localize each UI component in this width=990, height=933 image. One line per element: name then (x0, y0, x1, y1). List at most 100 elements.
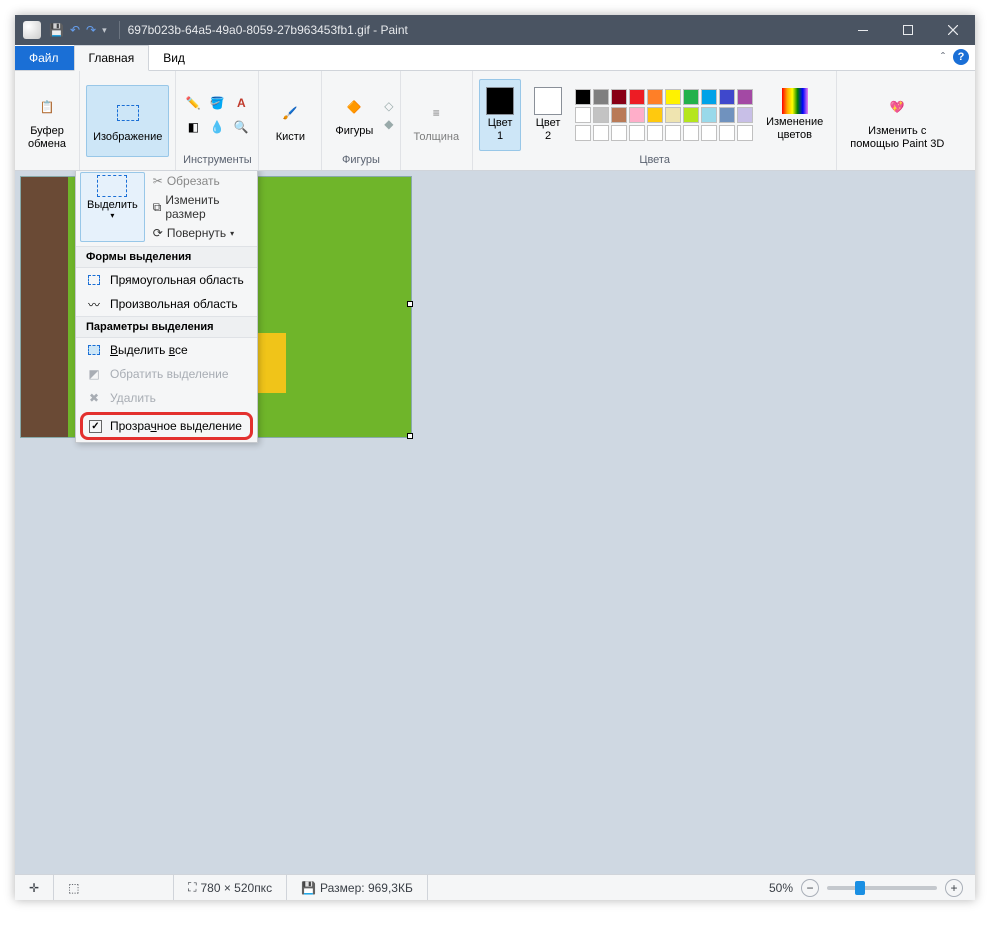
qat-dropdown-icon[interactable]: ▾ (102, 25, 107, 36)
tab-view[interactable]: Вид (149, 46, 200, 70)
redo-icon[interactable]: ↷ (86, 23, 96, 37)
close-button[interactable] (930, 15, 975, 45)
minimize-button[interactable] (840, 15, 885, 45)
fill-icon[interactable]: 🪣 (206, 92, 228, 114)
rotate-item[interactable]: ⟳Повернуть ▾ (149, 224, 253, 242)
palette-swatch[interactable] (719, 89, 735, 105)
titlebar: 💾 ↶ ↷ ▾ 697b023b-64a5-49a0-8059-27b96345… (15, 15, 975, 45)
paint-window: 💾 ↶ ↷ ▾ 697b023b-64a5-49a0-8059-27b96345… (15, 15, 975, 900)
clipboard-icon: 📋 (31, 91, 63, 123)
palette-swatch[interactable] (719, 125, 735, 141)
resize-handle-se[interactable] (407, 433, 413, 439)
undo-icon[interactable]: ↶ (70, 23, 80, 37)
palette-swatch[interactable] (629, 89, 645, 105)
palette-swatch[interactable] (611, 89, 627, 105)
palette-swatch[interactable] (683, 107, 699, 123)
collapse-ribbon-icon[interactable]: ˆ (941, 50, 945, 64)
item-free-select[interactable]: 〰 Произвольная область (76, 292, 257, 316)
tools-grid: ✏️ 🪣 A ◧ 💧 🔍 (182, 92, 252, 138)
crop-item[interactable]: ✂Обрезать (149, 172, 253, 190)
shapes-gallery[interactable]: 🔶 Фигуры (328, 79, 380, 151)
ribbon-tabs: Файл Главная Вид ˆ ? (15, 45, 975, 71)
ribbon: 📋 Буфер обмена Изображение ✏️ 🪣 A (15, 71, 975, 171)
palette-swatch[interactable] (683, 125, 699, 141)
pencil-icon[interactable]: ✏️ (182, 92, 204, 114)
thickness-icon: ≡ (420, 97, 452, 129)
status-bar: ✛ ⬚ ⛶780 × 520пкс 💾Размер: 969,3КБ 50% −… (15, 874, 975, 900)
group-colors: Цвет 1 Цвет 2 Изменение цветов Цвета (473, 71, 837, 170)
palette-swatch[interactable] (737, 125, 753, 141)
palette-swatch[interactable] (701, 107, 717, 123)
zoom-in-button[interactable]: + (945, 879, 963, 897)
palette-swatch[interactable] (611, 107, 627, 123)
color1-button[interactable]: Цвет 1 (479, 79, 521, 151)
clipboard-button[interactable]: 📋 Буфер обмена (21, 85, 73, 157)
thickness-button[interactable]: ≡ Толщина (407, 85, 467, 157)
palette-swatch[interactable] (575, 89, 591, 105)
item-transparent-select[interactable]: ✓ Прозрачное выделение (80, 412, 253, 440)
outline-icon[interactable]: ◇ (384, 99, 393, 113)
palette-swatch[interactable] (665, 107, 681, 123)
paint3d-button[interactable]: 💖 Изменить с помощью Paint 3D (843, 85, 951, 157)
edit-colors-button[interactable]: Изменение цветов (759, 79, 830, 151)
palette-swatch[interactable] (593, 125, 609, 141)
palette-swatch[interactable] (683, 89, 699, 105)
image-select-button[interactable]: Изображение (86, 85, 169, 157)
delete-icon: ✖ (86, 390, 102, 406)
palette-swatch[interactable] (629, 107, 645, 123)
canvas-area[interactable]: Выделить ▾ ✂Обрезать ⧉Изменить размер ⟳П… (15, 171, 975, 874)
crop-icon: ✂ (153, 174, 163, 188)
item-rect-select[interactable]: Прямоугольная область (76, 268, 257, 292)
palette-swatch[interactable] (665, 89, 681, 105)
zoom-value: 50% (769, 881, 793, 895)
palette-swatch[interactable] (701, 125, 717, 141)
zoom-out-button[interactable]: − (801, 879, 819, 897)
zoom-thumb[interactable] (855, 881, 865, 895)
section-params: Параметры выделения (76, 316, 257, 338)
checkbox-checked-icon: ✓ (89, 420, 102, 433)
disk-icon: 💾 (301, 881, 316, 895)
zoom-slider[interactable] (827, 886, 937, 890)
tab-home[interactable]: Главная (74, 45, 150, 71)
palette-swatch[interactable] (719, 107, 735, 123)
help-icon[interactable]: ? (953, 49, 969, 65)
palette-swatch[interactable] (611, 125, 627, 141)
section-shapes: Формы выделения (76, 246, 257, 268)
palette-swatch[interactable] (737, 107, 753, 123)
maximize-button[interactable] (885, 15, 930, 45)
palette-swatch[interactable] (737, 89, 753, 105)
palette-swatch[interactable] (647, 107, 663, 123)
resize-handle-e[interactable] (407, 301, 413, 307)
select-all-icon (86, 342, 102, 358)
palette-swatch[interactable] (629, 125, 645, 141)
palette-swatch[interactable] (665, 125, 681, 141)
eraser-icon[interactable]: ◧ (182, 116, 204, 138)
palette-swatch[interactable] (575, 125, 591, 141)
item-select-all[interactable]: Выделить все (76, 338, 257, 362)
resize-item[interactable]: ⧉Изменить размер (149, 191, 253, 223)
selection-size: ⬚ (54, 875, 174, 900)
file-size: 💾Размер: 969,3КБ (287, 875, 428, 900)
canvas-dims: ⛶780 × 520пкс (174, 875, 287, 900)
text-icon[interactable]: A (230, 92, 252, 114)
divider (119, 21, 120, 39)
palette-swatch[interactable] (593, 89, 609, 105)
palette-swatch[interactable] (701, 89, 717, 105)
picker-icon[interactable]: 💧 (206, 116, 228, 138)
tab-file[interactable]: Файл (15, 46, 74, 70)
save-icon[interactable]: 💾 (49, 23, 64, 37)
magnifier-icon[interactable]: 🔍 (230, 116, 252, 138)
window-title: 697b023b-64a5-49a0-8059-27b963453fb1.gif… (126, 23, 840, 37)
rainbow-icon (782, 88, 808, 114)
color2-button[interactable]: Цвет 2 (527, 79, 569, 151)
fill-shape-icon[interactable]: ◆ (384, 117, 393, 131)
color1-swatch (486, 87, 514, 115)
item-delete: ✖ Удалить (76, 386, 257, 410)
brushes-button[interactable]: 🖌️ Кисти (265, 85, 315, 157)
palette-swatch[interactable] (647, 125, 663, 141)
paint3d-icon: 💖 (881, 91, 913, 123)
palette-swatch[interactable] (575, 107, 591, 123)
select-main-button[interactable]: Выделить ▾ (80, 172, 145, 242)
palette-swatch[interactable] (647, 89, 663, 105)
palette-swatch[interactable] (593, 107, 609, 123)
